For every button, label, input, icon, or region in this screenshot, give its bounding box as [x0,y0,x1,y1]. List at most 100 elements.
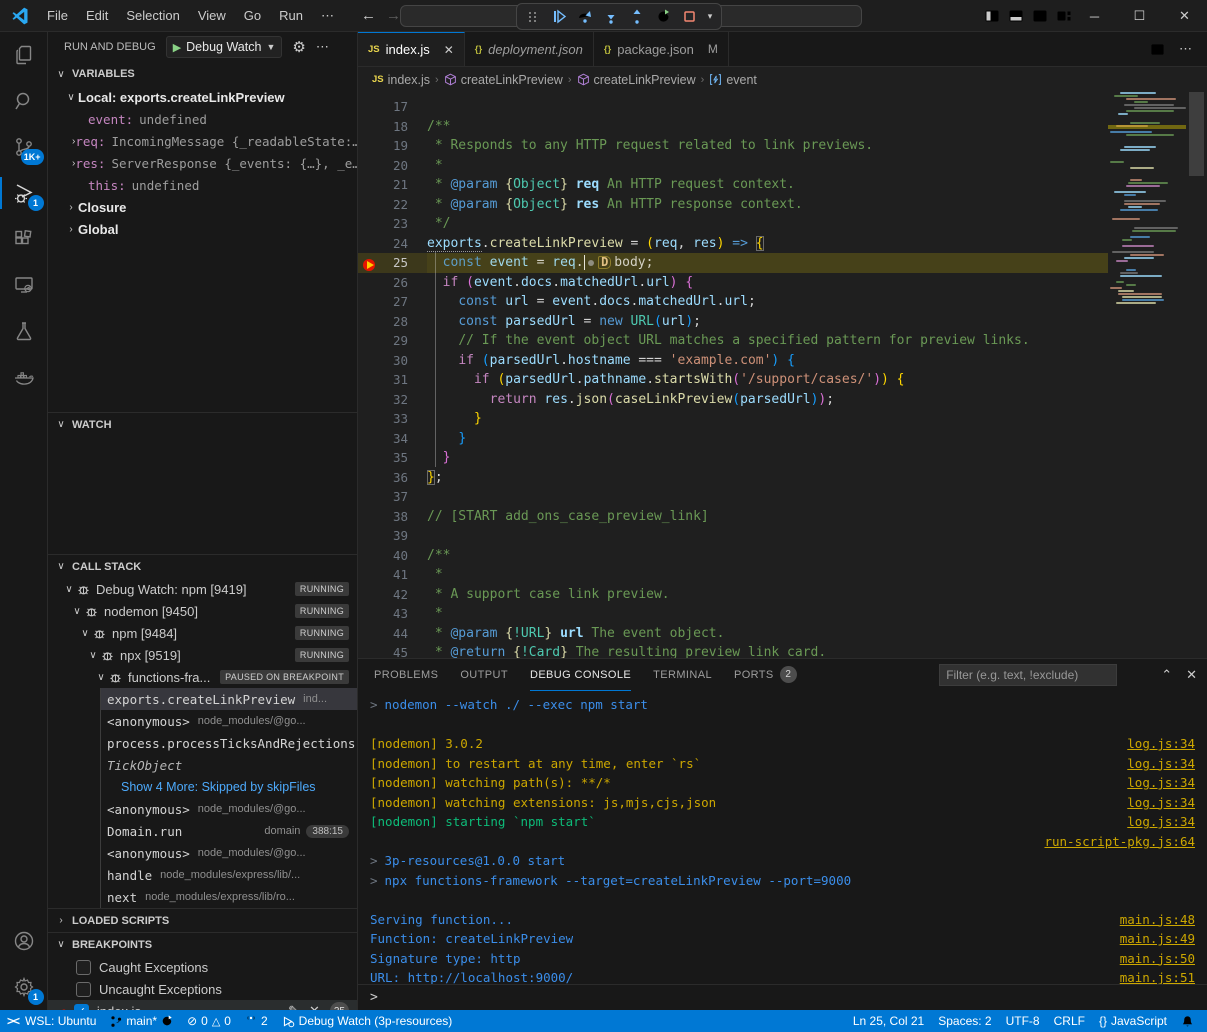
panel-tab-output[interactable]: OUTPUT [460,659,508,691]
remote-indicator[interactable]: >< WSL: Ubuntu [0,1010,103,1032]
editor-more-icon[interactable]: ⋯ [1179,41,1193,57]
menu-selection[interactable]: Selection [117,5,188,27]
code-line-24[interactable]: 24exports.createLinkPreview = (req, res)… [358,234,1108,254]
console-row[interactable]: run-script-pkg.js:64 [358,832,1207,852]
activity-settings-icon[interactable]: 1 [0,964,48,1010]
activity-search-icon[interactable] [0,78,48,124]
code-line-31[interactable]: 31 if (parsedUrl.pathname.startsWith('/s… [358,370,1108,390]
step-over-icon[interactable] [573,6,597,28]
code-line-45[interactable]: 45 * @return {!Card} The resulting previ… [358,643,1108,658]
breakpoint-row[interactable]: Caught Exceptions [48,956,357,978]
code-line-39[interactable]: 39 [358,526,1108,546]
console-row[interactable]: >3p-resources@1.0.0 start [358,851,1207,871]
activity-source-control-icon[interactable]: 1K+ [0,124,48,170]
code-line-26[interactable]: 26 if (event.docs.matchedUrl.url) { [358,273,1108,293]
panel-tab-problems[interactable]: PROBLEMS [374,659,438,691]
split-editor-icon[interactable] [1150,42,1165,57]
stack-frame[interactable]: handlenode_modules/express/lib/... [100,864,357,886]
menu-view[interactable]: View [189,5,235,27]
debug-console-input[interactable]: > [358,984,1207,1010]
console-source-link[interactable]: log.js:34 [1127,736,1195,751]
code-editor[interactable]: 1718/**19 * Responds to any HTTP request… [358,92,1207,658]
customize-layout-icon[interactable] [1056,8,1072,24]
console-row[interactable]: [nodemon] watching extensions: js,mjs,cj… [358,793,1207,813]
breadcrumb-item-event[interactable]: event [709,73,757,87]
sidebar-more-icon[interactable]: ⋯ [316,39,330,55]
call-stack-session[interactable]: ∨npm [9484]RUNNING [48,622,357,644]
close-panel-icon[interactable]: ✕ [1186,667,1197,683]
console-row[interactable] [358,890,1207,910]
breadcrumb-item-createLinkPreview[interactable]: createLinkPreview [577,73,696,87]
call-stack-session[interactable]: ∨functions-fra...PAUSED ON BREAKPOINT [48,666,357,688]
console-row[interactable]: >nodemon --watch ./ --exec npm start [358,695,1207,715]
restart-icon[interactable] [651,6,675,28]
code-line-37[interactable]: 37 [358,487,1108,507]
code-line-20[interactable]: 20 * [358,156,1108,176]
forwarded-ports-item[interactable]: 2 [238,1010,275,1032]
stack-frame[interactable]: TickObject [100,754,357,776]
console-source-link[interactable]: main.js:48 [1120,912,1195,927]
debug-toolbar-more-icon[interactable]: ▾ [703,6,717,28]
indentation[interactable]: Spaces: 2 [931,1010,998,1032]
menu-more[interactable]: ⋯ [312,5,343,27]
remove-breakpoint-icon[interactable]: ✕ [309,1003,320,1010]
breakpoint-row[interactable]: ●✓index.js✎✕25 [48,1000,357,1010]
stack-frame[interactable]: Domain.rundomain388:15 [100,820,357,842]
minimap[interactable] [1108,92,1186,306]
minimize-icon[interactable]: ─ [1072,0,1117,32]
console-row[interactable]: URL: http://localhost:9000/main.js:51 [358,968,1207,984]
nav-forward-icon[interactable]: → [386,7,401,24]
panel-tab-debug-console[interactable]: DEBUG CONSOLE [530,659,631,691]
section-call-stack[interactable]: ∨CALL STACK [48,554,357,578]
activity-run-and-debug-icon[interactable]: 1 [0,170,48,216]
code-line-33[interactable]: 33 } [358,409,1108,429]
code-line-22[interactable]: 22 * @param {Object} res An HTTP respons… [358,195,1108,215]
variables-row[interactable]: ›Closure [48,196,357,218]
breadcrumb-item-createLinkPreview[interactable]: createLinkPreview [444,73,563,87]
code-line-25[interactable]: 25 const event = req.Dbody; [358,253,1108,273]
call-stack-session[interactable]: ∨Debug Watch: npm [9419]RUNNING [48,578,357,600]
code-line-29[interactable]: 29 // If the event object URL matches a … [358,331,1108,351]
console-source-link[interactable]: main.js:50 [1120,951,1195,966]
console-row[interactable]: [nodemon] 3.0.2log.js:34 [358,734,1207,754]
console-source-link[interactable]: log.js:34 [1127,814,1195,829]
language-mode[interactable]: {} JavaScript [1092,1010,1174,1032]
menu-file[interactable]: File [38,5,77,27]
console-source-link[interactable]: log.js:34 [1127,756,1195,771]
close-tab-icon[interactable]: ✕ [444,43,454,57]
continue-icon[interactable] [547,6,571,28]
stack-frame[interactable]: process.processTicksAndRejections [100,732,357,754]
code-line-44[interactable]: 44 * @param {!URL} url The event object. [358,624,1108,644]
activity-extensions-icon[interactable] [0,216,48,262]
variables-row[interactable]: ›res:ServerResponse {_events: {…}, _e… [48,152,357,174]
toggle-secondary-sidebar-icon[interactable] [1032,8,1048,24]
stack-frame[interactable]: <anonymous>node_modules/@go... [100,798,357,820]
console-source-link[interactable]: log.js:34 [1127,775,1195,790]
breakpoint-checkbox[interactable] [76,960,91,975]
panel-tab-terminal[interactable]: TERMINAL [653,659,712,691]
code-line-17[interactable]: 17 [358,97,1108,117]
activity-accounts-icon[interactable] [0,918,48,964]
step-out-icon[interactable] [625,6,649,28]
show-more-label[interactable]: Show 4 More: Skipped by skipFiles [107,780,316,794]
toggle-panel-icon[interactable] [1008,8,1024,24]
stack-frame[interactable]: exports.createLinkPreviewind... [100,688,357,710]
code-line-40[interactable]: 40/** [358,546,1108,566]
maximize-panel-icon[interactable]: ⌃ [1161,667,1172,683]
maximize-icon[interactable]: ☐ [1117,0,1162,32]
code-line-19[interactable]: 19 * Responds to any HTTP request relate… [358,136,1108,156]
activity-explorer-icon[interactable] [0,32,48,78]
console-source-link[interactable]: main.js:49 [1120,931,1195,946]
activity-docker-icon[interactable] [0,354,48,400]
eol-sequence[interactable]: CRLF [1047,1010,1092,1032]
code-line-34[interactable]: 34 } [358,429,1108,449]
clear-console-icon[interactable] [1131,668,1147,682]
code-line-18[interactable]: 18/** [358,117,1108,137]
stack-frame[interactable]: <anonymous>node_modules/@go... [100,710,357,732]
code-line-41[interactable]: 41 * [358,565,1108,585]
launch-config-dropdown[interactable]: ▶ Debug Watch ▼ [166,36,283,58]
console-row[interactable] [358,715,1207,735]
console-row[interactable]: Serving function...main.js:48 [358,910,1207,930]
breadcrumb-item-index.js[interactable]: JSindex.js [372,73,430,87]
code-line-36[interactable]: 36}; [358,468,1108,488]
